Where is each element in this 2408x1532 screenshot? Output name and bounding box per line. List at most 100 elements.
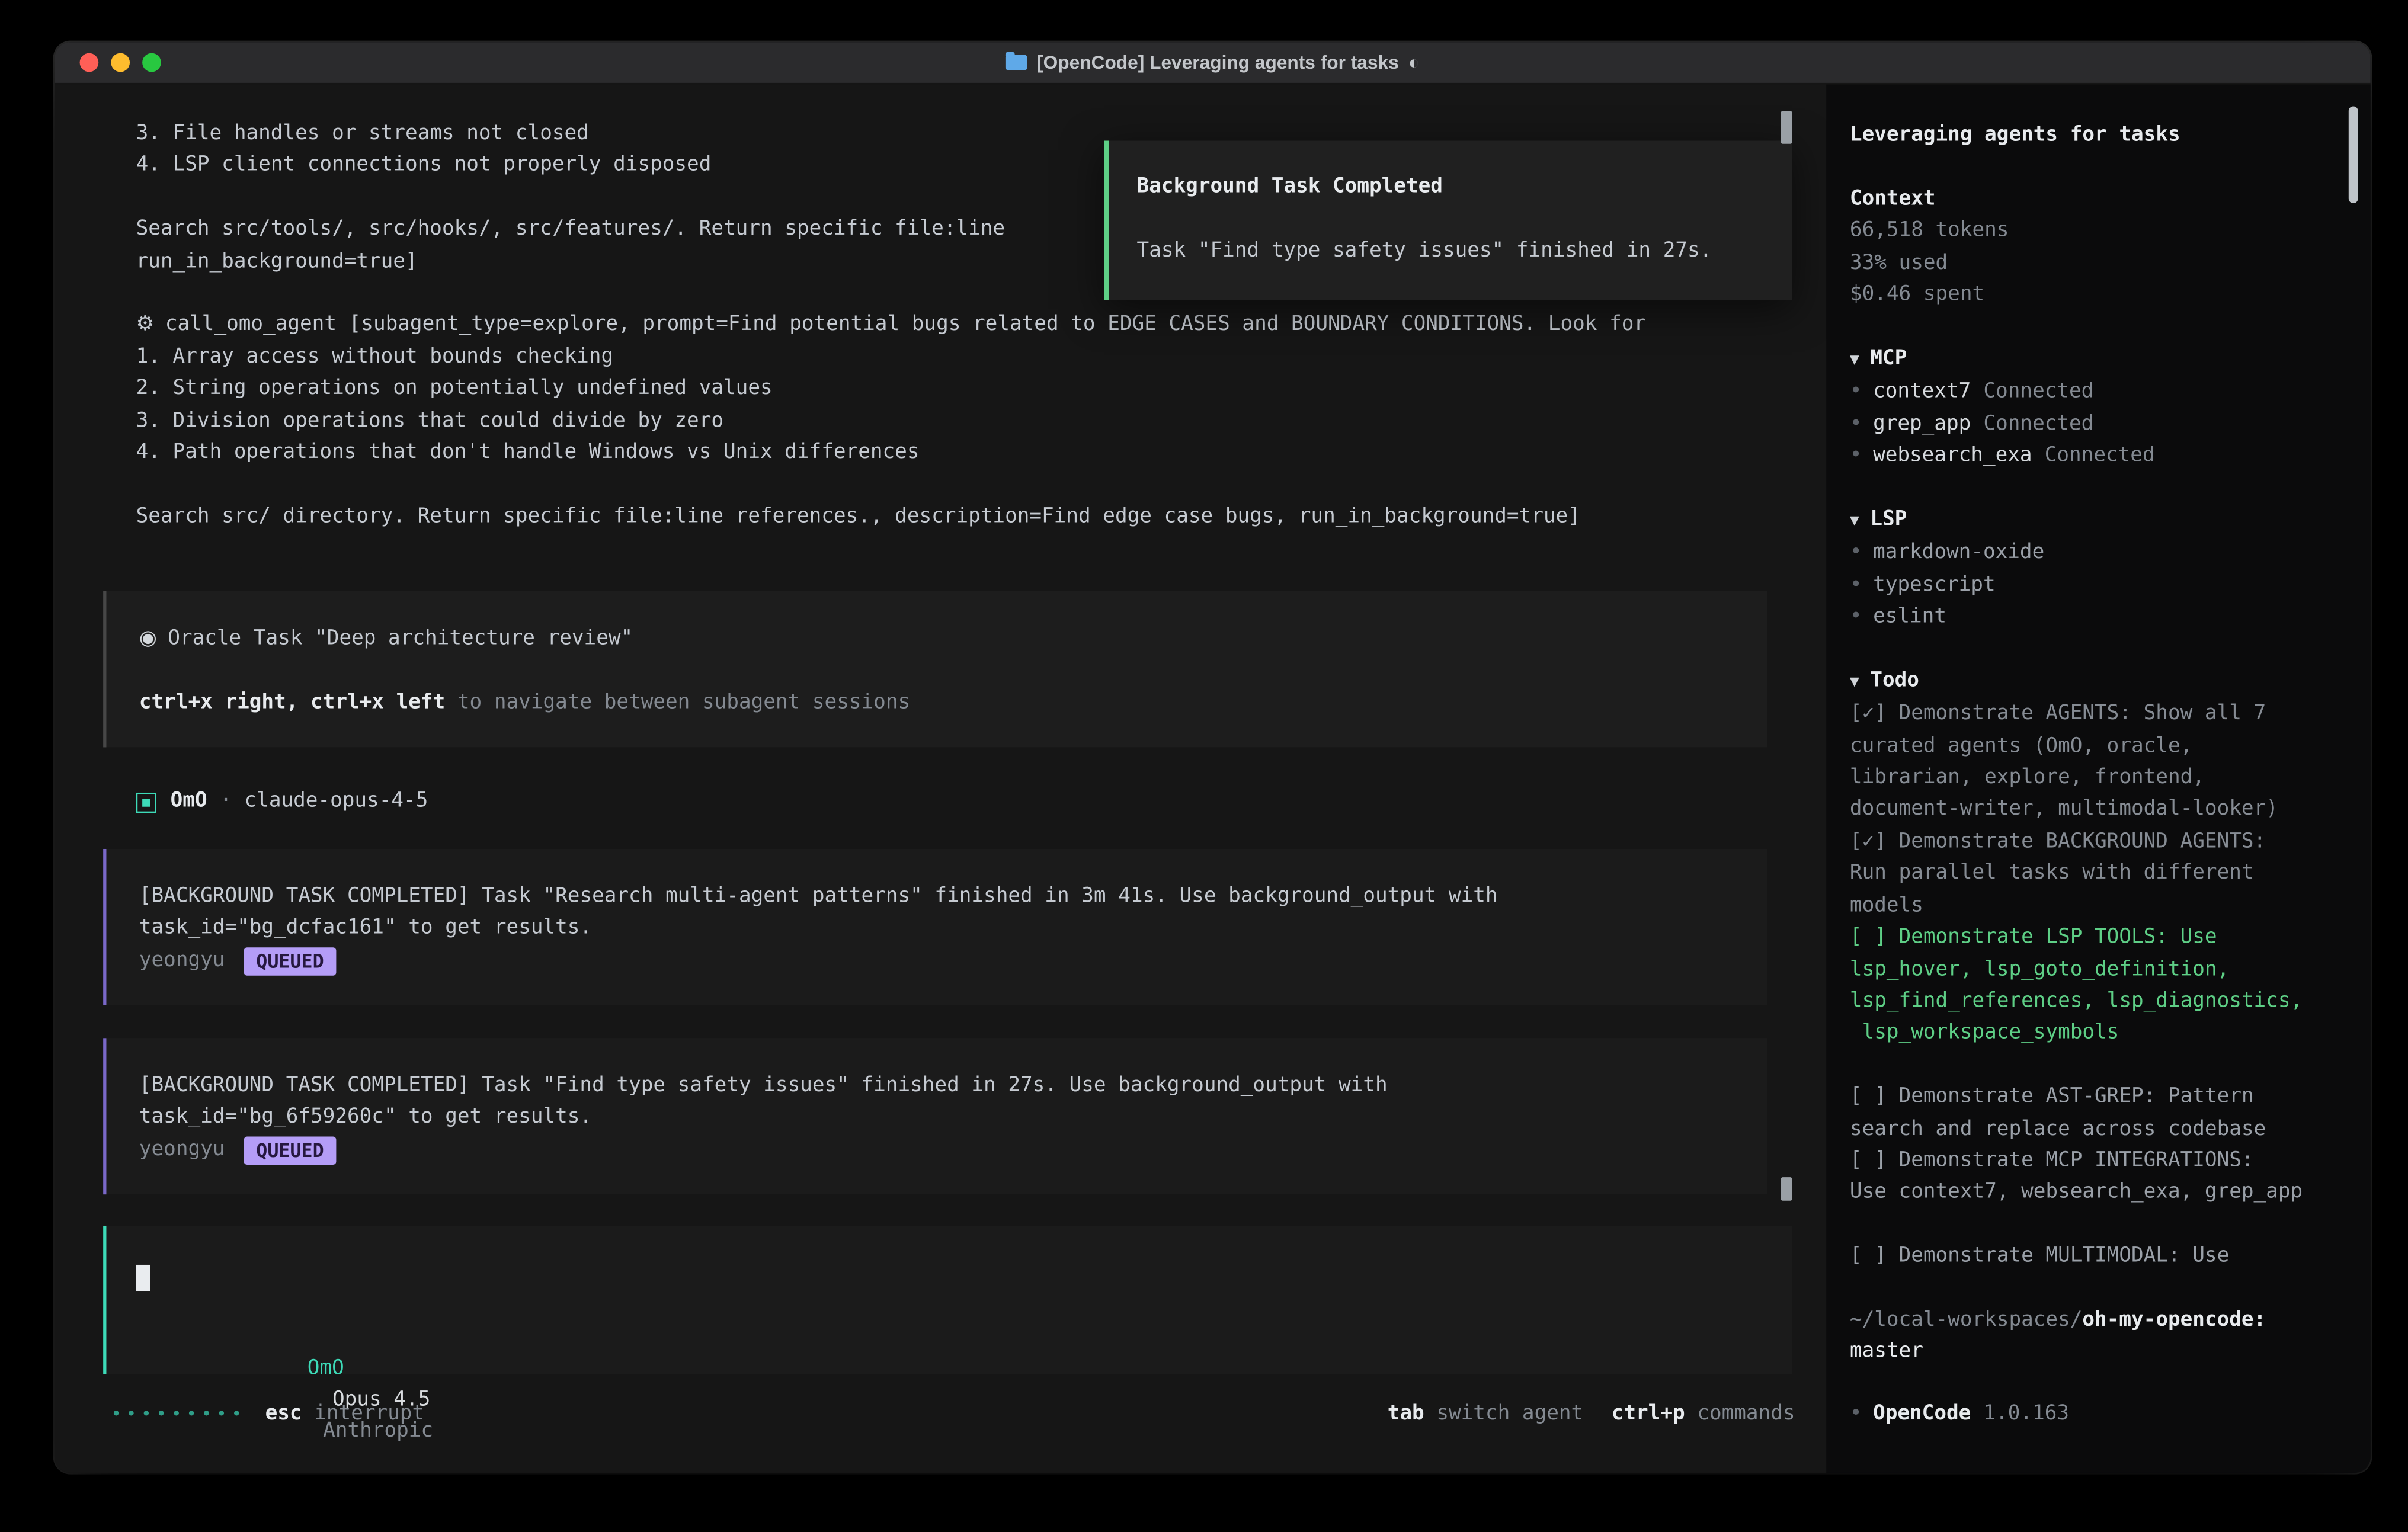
input-agent-name: OmO	[308, 1356, 344, 1380]
desktop: [OpenCode] Leveraging agents for tasks ◐…	[0, 0, 2408, 1532]
oracle-task-card[interactable]: ◉Oracle Task "Deep architecture review" …	[103, 591, 1767, 748]
status-bar: •••••••••esc interrupt tab switch agentc…	[55, 1399, 1826, 1431]
toast-body: Task "Find type safety issues" finished …	[1137, 236, 1792, 268]
workspace-path-name: oh-my-opencode:	[2082, 1309, 2266, 1332]
todo-item: [✓] Demonstrate AGENTS: Show all 7 curat…	[1850, 699, 2337, 826]
activity-dots-icon: •••••••••	[111, 1403, 246, 1424]
agent-checkbox-icon	[136, 793, 156, 813]
oracle-task-title: Oracle Task "Deep architecture review"	[168, 627, 633, 650]
app-version: 1.0.163	[1983, 1402, 2069, 1425]
mcp-name: grep_app	[1873, 412, 1971, 436]
oracle-task-title-line: ◉ Oracle Task "Deep architecture review"	[139, 624, 1767, 656]
message-text: [BACKGROUND TASK COMPLETED] Task "Resear…	[139, 882, 1767, 914]
mcp-item: • websearch_exa Connected	[1850, 441, 2371, 473]
tool-list-item: 3. Division operations that could divide…	[136, 406, 1827, 438]
esc-key-hint: esc	[265, 1402, 302, 1425]
bullet-icon: •	[1850, 444, 1862, 468]
oracle-nav-hint: ctrl+x right, ctrl+x left to navigate be…	[139, 688, 1767, 720]
status-right: tab switch agentctrl+p commands	[1388, 1399, 1795, 1431]
bullet-icon: •	[1850, 412, 1862, 436]
mcp-item: • grep_app Connected	[1850, 409, 2371, 441]
collapse-triangle-icon: ▼	[1850, 674, 1859, 691]
mcp-section: ▼ MCP •context7Connected • grep_app Connect…	[1850, 344, 2371, 473]
todo-item: [✓] Demonstrate BACKGROUND AGENTS: Run p…	[1850, 827, 2337, 923]
agent-header: OmO · claude-opus-4-5	[136, 787, 1827, 819]
lsp-heading[interactable]: ▼ LSP	[1850, 505, 2371, 538]
ctrlp-key-label: commands	[1685, 1402, 1795, 1425]
tab-key-hint: tab	[1388, 1402, 1424, 1425]
workspace-path-prefix: ~/local-workspaces/	[1850, 1309, 2082, 1332]
titlebar[interactable]: [OpenCode] Leveraging agents for tasks ◐	[55, 42, 2370, 84]
version-footer: • OpenCode 1.0.163	[1850, 1399, 2069, 1431]
status-badge: QUEUED	[244, 1136, 337, 1165]
lsp-heading-label: LSP	[1870, 508, 1907, 531]
todo-heading-label: Todo	[1870, 669, 1919, 693]
window-title: [OpenCode] Leveraging agents for tasks	[1037, 52, 1399, 73]
tool-list-item: 4. Path operations that don't handle Win…	[136, 438, 1827, 470]
mcp-name: websearch_exa	[1873, 444, 2032, 468]
lsp-name: markdown-oxide	[1873, 541, 2044, 565]
todo-item: [ ] Demonstrate LSP TOOLS: Use lsp_hover…	[1850, 922, 2337, 1050]
window-title-area: [OpenCode] Leveraging agents for tasks ◐	[55, 52, 2370, 73]
collapse-triangle-icon: ▼	[1850, 512, 1859, 530]
text-cursor	[136, 1265, 150, 1291]
input-meta: OmO Opus 4.5 Anthropic	[136, 1321, 433, 1473]
context-tokens: 66,518 tokens	[1850, 216, 2371, 248]
context-spent: $0.46 spent	[1850, 280, 2371, 312]
todo-item: [ ] Demonstrate MCP INTEGRATIONS: Use co…	[1850, 1146, 2337, 1210]
sidebar-scrollbar-thumb[interactable]	[2349, 106, 2358, 203]
message-block: [BACKGROUND TASK COMPLETED] Task "Find t…	[103, 1038, 1767, 1194]
collapse-triangle-icon: ▼	[1850, 351, 1859, 368]
lsp-item: •markdown-oxide	[1850, 538, 2371, 570]
agent-model: claude-opus-4-5	[245, 787, 428, 819]
lsp-section: ▼LSP •markdown-oxide •typescript •eslint	[1850, 505, 2371, 634]
toast-title: Background Task Completed	[1137, 172, 1792, 204]
tool-list-item: 1. Array access without bounds checking	[136, 342, 1827, 374]
lsp-item: •eslint	[1850, 602, 2371, 634]
fisheye-icon: ◉	[139, 627, 157, 650]
close-button[interactable]	[80, 53, 99, 72]
status-left: •••••••••esc interrupt	[111, 1399, 424, 1431]
context-used: 33% used	[1850, 248, 2371, 280]
terminal-window: [OpenCode] Leveraging agents for tasks ◐…	[55, 42, 2370, 1473]
oracle-hint-rest: to navigate between subagent sessions	[445, 691, 910, 714]
lsp-item: •typescript	[1850, 570, 2371, 602]
bullet-icon: •	[1850, 380, 1862, 404]
todo-item: [ ] Demonstrate AST-GREP: Pattern search…	[1850, 1082, 2337, 1146]
mcp-item: •context7Connected	[1850, 377, 2371, 409]
tab-key-label: switch agent	[1424, 1402, 1584, 1425]
todo-heading[interactable]: ▼ Todo	[1850, 666, 2371, 699]
agent-separator: ·	[220, 787, 232, 819]
context-heading: Context	[1850, 184, 2371, 216]
terminal-main: 3. File handles or streams not closed 4.…	[55, 85, 1826, 1473]
session-title: Leveraging agents for tasks	[1850, 120, 2371, 152]
oracle-hint-keys: ctrl+x right, ctrl+x left	[139, 691, 445, 714]
agent-name: OmO	[171, 787, 207, 819]
workspace-path: ~/local-workspaces/oh-my-opencode:master	[1850, 1305, 2337, 1369]
prompt-input[interactable]: OmO Opus 4.5 Anthropic	[103, 1226, 1792, 1374]
mcp-heading-label: MCP	[1870, 347, 1907, 370]
tool-tail-line: Search src/ directory. Return specific f…	[136, 501, 1827, 533]
minimize-button[interactable]	[111, 53, 130, 72]
context-section: Context 66,518 tokens 33% used $0.46 spe…	[1850, 184, 2371, 312]
todo-item: [ ] Demonstrate MULTIMODAL: Use	[1850, 1242, 2337, 1274]
zoom-button[interactable]	[142, 53, 161, 72]
app-name: OpenCode	[1873, 1402, 1971, 1425]
toast-notification[interactable]: Background Task Completed Task "Find typ…	[1104, 141, 1792, 301]
message-block: [BACKGROUND TASK COMPLETED] Task "Resear…	[103, 848, 1767, 1005]
mcp-status: Connected	[1983, 412, 2093, 436]
message-author: yeongyu	[139, 945, 225, 977]
mcp-heading[interactable]: ▼ MCP	[1850, 344, 2371, 377]
main-scrollbar-thumb-top[interactable]	[1781, 111, 1792, 143]
message-text: [BACKGROUND TASK COMPLETED] Task "Find t…	[139, 1071, 1767, 1102]
tool-list-item: 2. String operations on potentially unde…	[136, 374, 1827, 406]
message-text: task_id="bg_6f59260c" to get results.	[139, 1102, 1767, 1134]
bullet-icon: •	[1850, 1402, 1862, 1425]
sidebar: Leveraging agents for tasks Context 66,5…	[1826, 85, 2370, 1473]
lsp-name: typescript	[1873, 573, 1996, 597]
main-scrollbar-thumb-bottom[interactable]	[1781, 1177, 1792, 1201]
loading-spinner-icon: ◐	[1408, 52, 1420, 73]
message-footer: yeongyu QUEUED	[139, 1134, 1767, 1166]
mcp-status: Connected	[2045, 444, 2155, 468]
bullet-icon: •	[1850, 605, 1862, 629]
